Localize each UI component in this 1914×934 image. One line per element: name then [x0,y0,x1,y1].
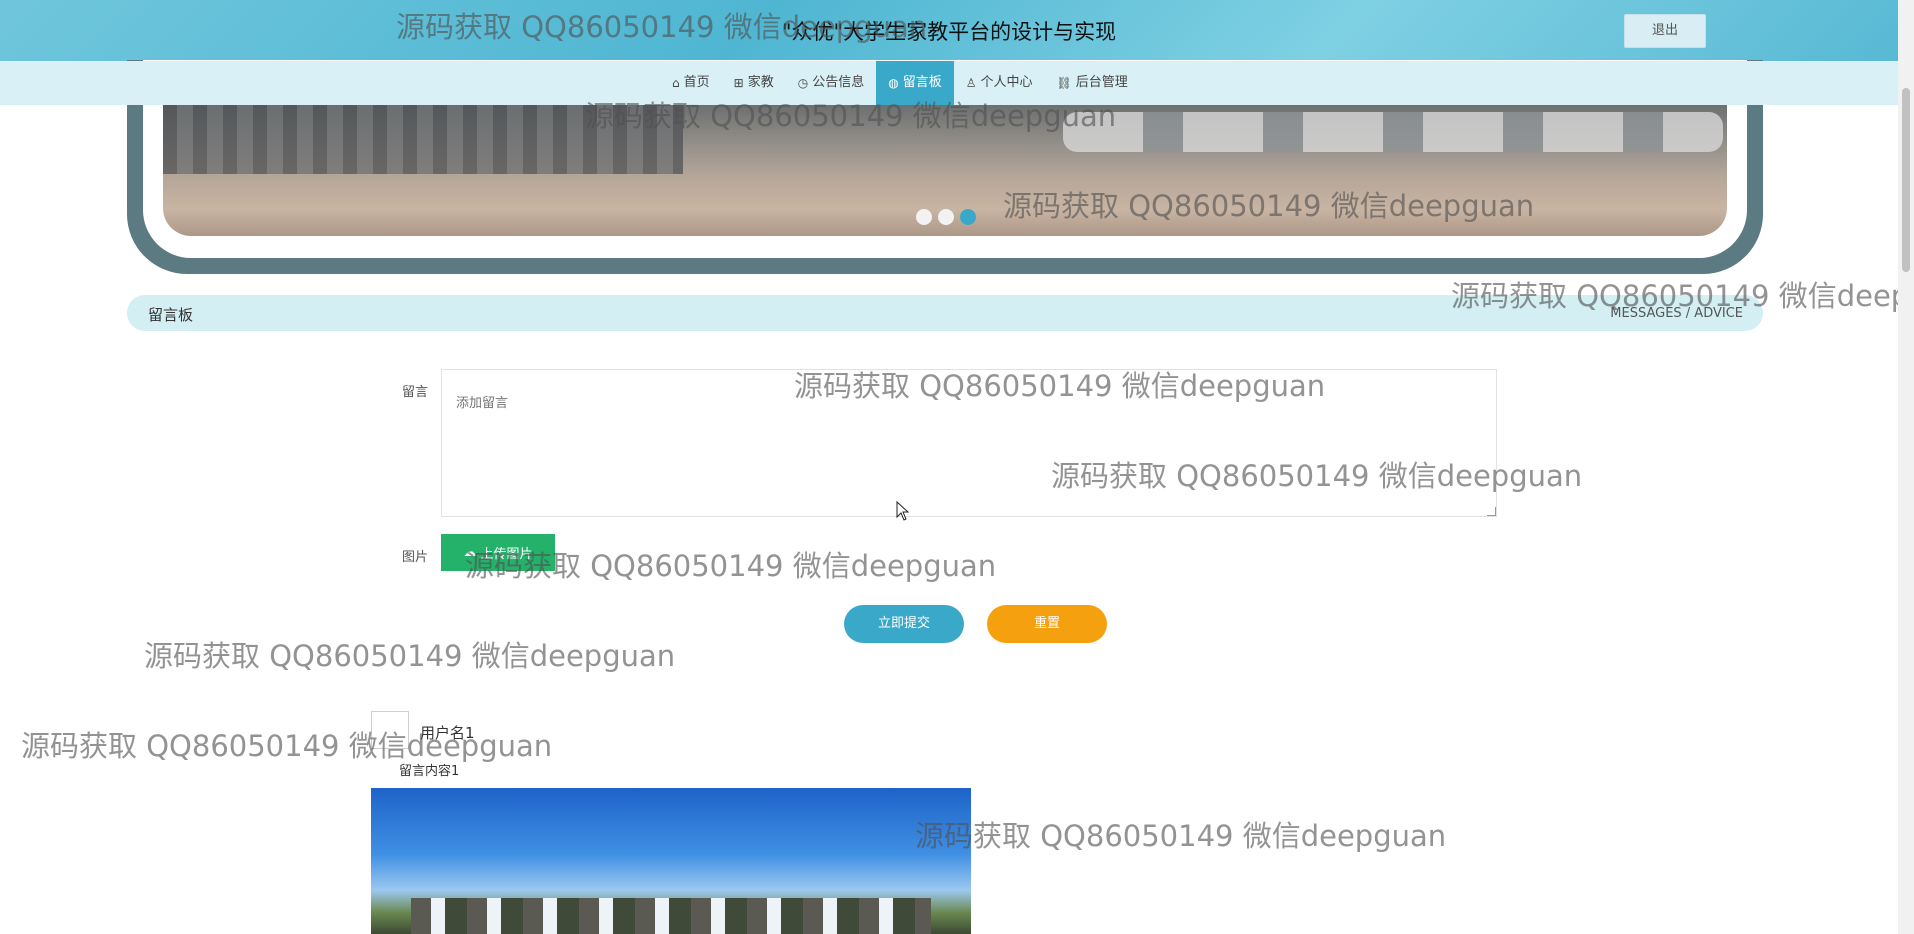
scrollbar-thumb[interactable] [1902,88,1910,272]
nav-item-label: 首页 [683,75,710,90]
nav-item-announcements[interactable]: ◷ 公告信息 [786,61,877,105]
gift-icon: ⊞ [733,76,744,90]
banner-cars [1063,112,1723,152]
nav-item-label: 个人中心 [980,75,1033,90]
nav-item-message-board[interactable]: ◍ 留言板 [876,61,954,105]
nav-item-label: 家教 [747,75,774,90]
clock-icon: ◷ [797,76,809,90]
link-icon: ⛓ [1056,76,1072,90]
carousel-dot-2[interactable] [938,209,954,225]
reset-button[interactable]: 重置 [987,605,1107,643]
page: "众优"大学生家教平台的设计与实现 退出 ⌂ 首页 ⊞ 家教 ◷ 公告信息 ◍ … [0,0,1914,934]
user-icon: ♙ [965,76,977,90]
carousel-dot-3[interactable] [960,209,976,225]
nav-items: ⌂ 首页 ⊞ 家教 ◷ 公告信息 ◍ 留言板 ♙ 个人中心 ⛓ 后台管理 [660,61,1140,105]
resize-handle-icon[interactable] [1487,507,1496,516]
upload-label: 上传图片 [480,547,533,562]
nav-item-tutoring[interactable]: ⊞ 家教 [722,61,786,105]
nav-item-label: 留言板 [902,75,942,90]
image-label: 图片 [402,550,429,565]
home-icon: ⌂ [672,76,680,90]
main-nav: ⌂ 首页 ⊞ 家教 ◷ 公告信息 ◍ 留言板 ♙ 个人中心 ⛓ 后台管理 [0,61,1898,105]
nav-item-home[interactable]: ⌂ 首页 [660,61,722,105]
cloud-upload-icon: ☁ [463,545,477,560]
mouse-cursor-icon [896,501,910,521]
section-title: 留言板 [148,306,194,324]
scrollbar[interactable] [1898,0,1914,934]
carousel-dot-1[interactable] [916,209,932,225]
upload-image-button[interactable]: ☁ 上传图片 [441,534,555,571]
message-label: 留言 [402,385,429,400]
message-username: 用户名1 [420,724,475,742]
carousel-dots [916,209,976,225]
watermark: 源码获取 QQ86050149 微信deepguan [915,819,1447,853]
avatar [371,711,409,749]
message-image [371,788,971,934]
section-subtitle: MESSAGES / ADVICE [1610,306,1743,321]
nav-item-label: 后台管理 [1075,75,1128,90]
logout-button[interactable]: 退出 [1624,14,1706,48]
nav-item-admin[interactable]: ⛓ 后台管理 [1045,61,1140,105]
watermark: 源码获取 QQ86050149 微信deepguan [144,639,676,673]
nav-item-personal-center[interactable]: ♙ 个人中心 [954,61,1045,105]
nav-item-label: 公告信息 [812,75,865,90]
header: "众优"大学生家教平台的设计与实现 退出 [0,0,1898,61]
globe-icon: ◍ [888,76,899,90]
submit-button[interactable]: 立即提交 [844,605,964,643]
waterfall-cliff [411,898,931,934]
message-content: 留言内容1 [399,764,460,779]
message-textarea[interactable] [441,369,1497,517]
section-header: 留言板 MESSAGES / ADVICE [127,295,1763,331]
site-title: "众优"大学生家教平台的设计与实现 [781,20,1117,44]
banner-building [163,104,683,174]
